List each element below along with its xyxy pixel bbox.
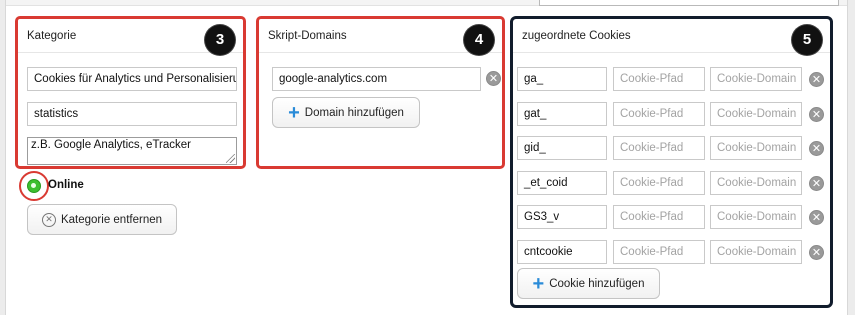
remove-category-button[interactable]: ✕ Kategorie entfernen	[27, 204, 177, 235]
step-badge-3: 3	[205, 25, 235, 55]
remove-circle-icon: ✕	[41, 212, 56, 227]
online-status-label: Online	[48, 179, 84, 191]
step-badge-5: 5	[792, 25, 822, 55]
step-badge-4: 4	[464, 25, 494, 55]
textarea-bottom-edge	[539, 0, 839, 6]
highlight-cookies	[510, 16, 833, 308]
remove-category-label: Kategorie entfernen	[60, 213, 163, 226]
online-status-icon[interactable]	[27, 179, 41, 193]
